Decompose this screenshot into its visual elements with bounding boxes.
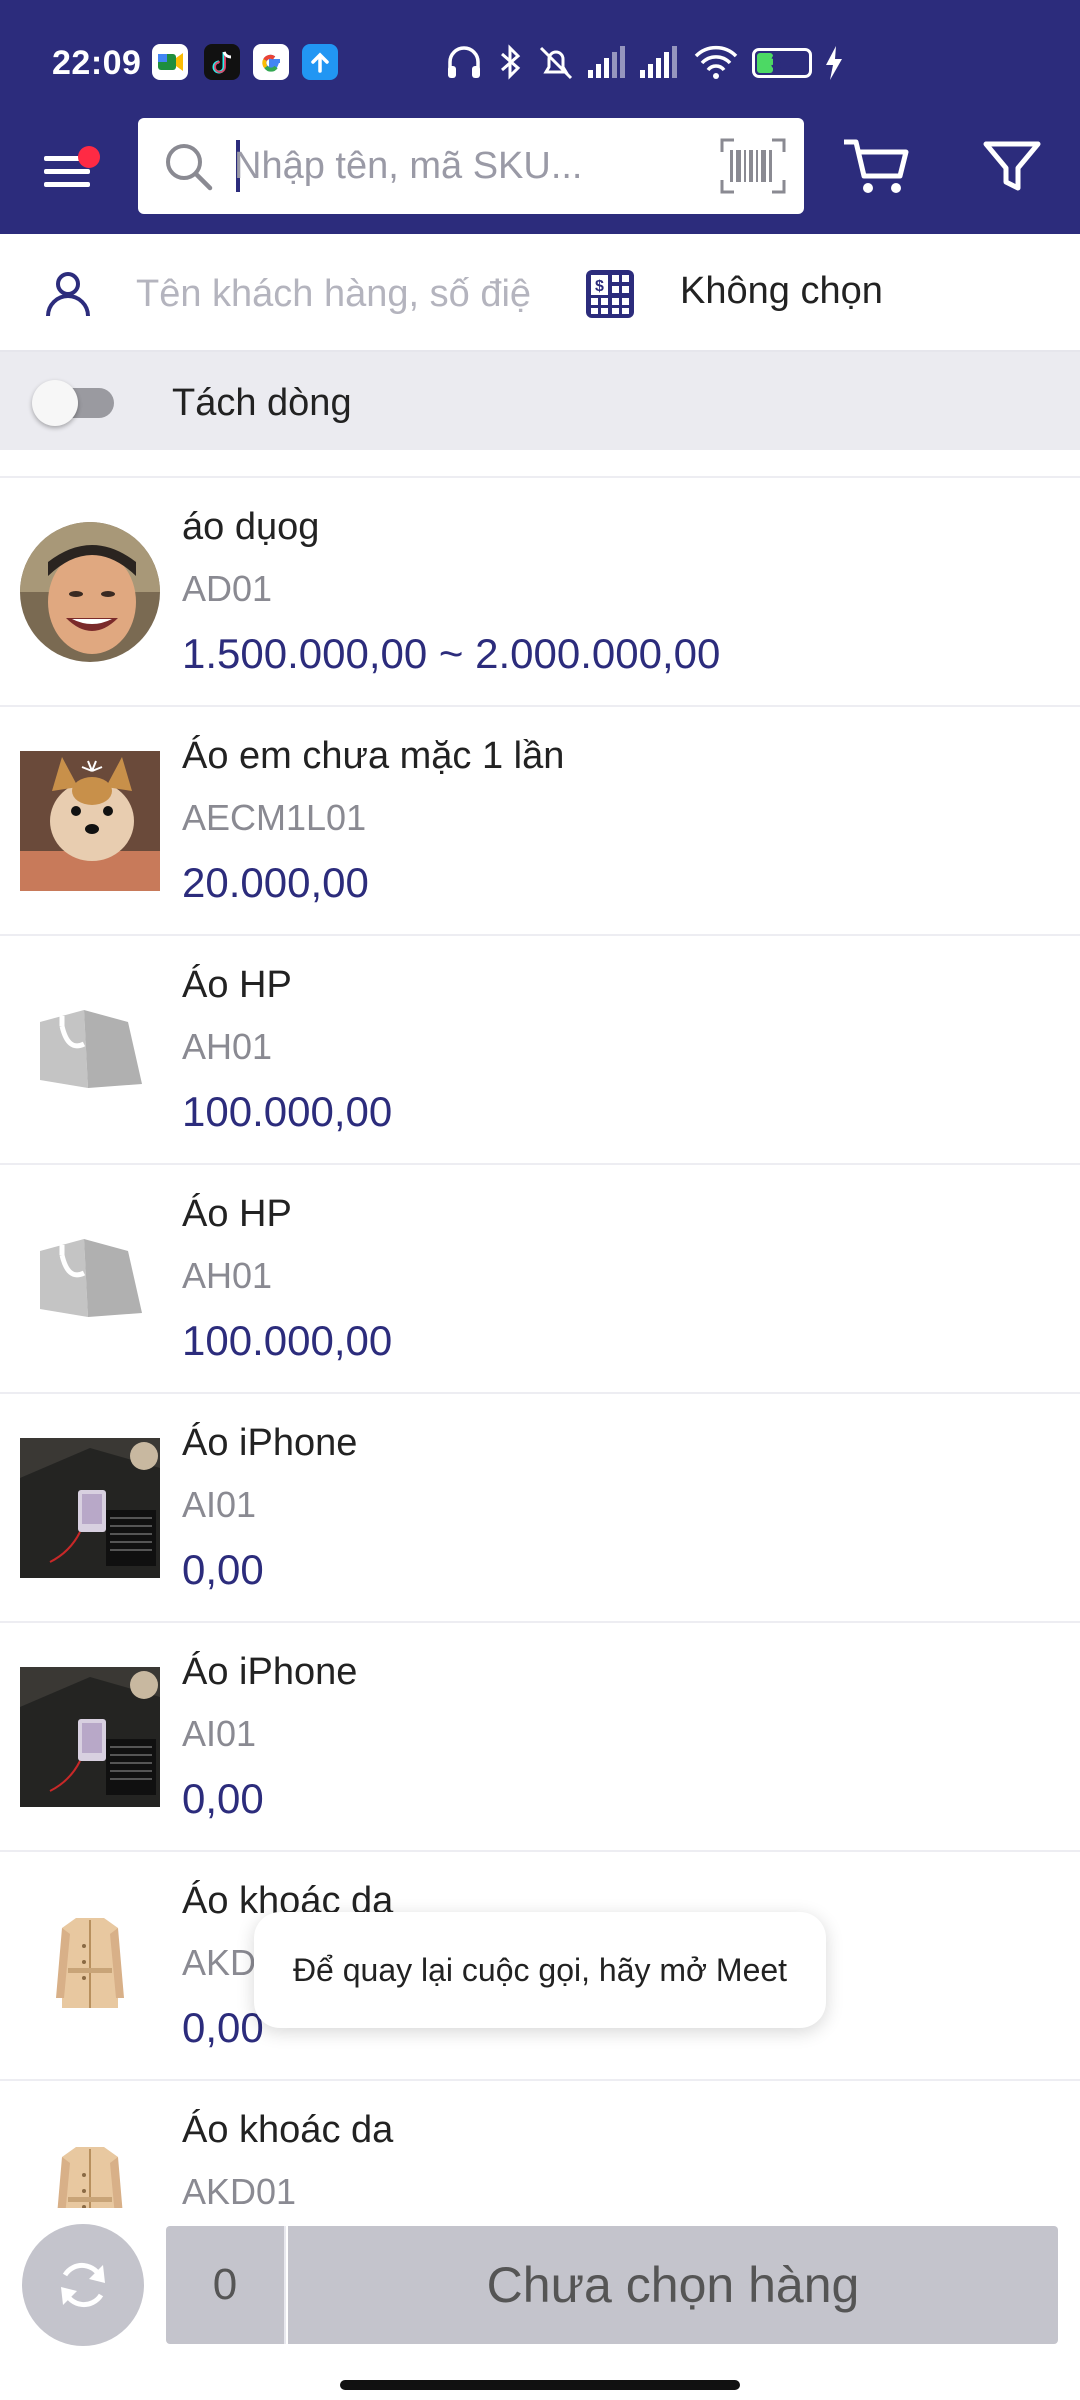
refresh-button[interactable] bbox=[22, 2224, 144, 2346]
coat-thumbnail bbox=[20, 2125, 160, 2208]
product-thumbnail bbox=[20, 1438, 160, 1578]
product-sku: AH01 bbox=[182, 1255, 273, 1296]
status-bar: 22:09 31 bbox=[0, 0, 1080, 118]
customer-row: $ Không chọn bbox=[0, 234, 1080, 352]
product-name: Áo iPhone bbox=[182, 1422, 358, 1464]
google-meet-icon bbox=[152, 44, 188, 80]
product-price: 100.000,00 bbox=[182, 1317, 393, 1364]
person-icon bbox=[46, 272, 90, 317]
silent-bell-icon bbox=[539, 46, 573, 80]
notification-dot bbox=[78, 146, 100, 168]
product-item[interactable]: áo dụog AD01 1.500.000,00 ~ 2.000.000,00 bbox=[0, 478, 1080, 707]
coat-thumbnail bbox=[20, 1896, 160, 2036]
price-book-icon[interactable]: $ bbox=[580, 264, 640, 324]
split-lines-row: Tách dòng bbox=[0, 352, 1080, 450]
product-thumbnail bbox=[20, 751, 160, 891]
charging-icon bbox=[826, 46, 842, 80]
selected-count: 0 bbox=[166, 2226, 286, 2344]
filter-icon bbox=[983, 141, 1041, 191]
search-icon bbox=[166, 144, 213, 191]
product-price: 100.000,00 bbox=[182, 1088, 393, 1135]
product-sku: AH01 bbox=[182, 1026, 273, 1067]
price-book-selector[interactable]: Không chọn bbox=[680, 270, 883, 313]
product-thumbnail bbox=[20, 522, 160, 662]
product-item[interactable]: Áo iPhone AI01 0,00 bbox=[0, 1394, 1080, 1623]
product-price: 20.000,00 bbox=[182, 859, 369, 906]
tiktok-icon bbox=[204, 44, 240, 80]
split-lines-label: Tách dòng bbox=[172, 382, 352, 424]
app-header bbox=[0, 118, 1080, 234]
cart-icon bbox=[844, 139, 909, 193]
product-price: 0,00 bbox=[182, 1546, 264, 1593]
home-indicator[interactable] bbox=[340, 2380, 740, 2390]
headphones-icon bbox=[448, 46, 480, 78]
shopping-bag-icon bbox=[20, 1209, 160, 1349]
product-sku: AD01 bbox=[182, 568, 273, 609]
wifi-icon bbox=[694, 45, 738, 79]
signal-icon-2 bbox=[640, 46, 677, 78]
product-sku: AKD01 bbox=[182, 2171, 297, 2208]
upload-icon bbox=[302, 44, 338, 80]
product-thumbnail bbox=[20, 1667, 160, 1807]
bottom-bar: 0 Chưa chọn hàng bbox=[0, 2208, 1080, 2400]
search-input[interactable] bbox=[234, 134, 694, 198]
svg-text:$: $ bbox=[595, 278, 604, 295]
toggle-knob bbox=[32, 380, 78, 426]
split-lines-toggle[interactable] bbox=[32, 380, 118, 426]
refresh-icon bbox=[61, 2262, 105, 2308]
cart-button[interactable] bbox=[836, 126, 916, 206]
product-sku: AI01 bbox=[182, 1713, 257, 1754]
battery-icon: 31 bbox=[752, 48, 812, 78]
google-icon bbox=[253, 44, 289, 80]
product-name: Áo iPhone bbox=[182, 1651, 358, 1693]
product-item[interactable]: Áo em chưa mặc 1 lần AECM1L01 20.000,00 bbox=[0, 707, 1080, 936]
product-item[interactable]: Áo khoác da AKD01 bbox=[0, 2081, 1080, 2208]
checkout-button[interactable]: Chưa chọn hàng bbox=[288, 2226, 1058, 2344]
toast-message: Để quay lại cuộc gọi, hãy mở Meet bbox=[254, 1912, 826, 2028]
menu-button[interactable] bbox=[30, 130, 110, 210]
product-name: Áo HP bbox=[182, 964, 292, 1006]
product-item[interactable]: Áo HP AH01 100.000,00 bbox=[0, 936, 1080, 1165]
signal-icon bbox=[588, 46, 625, 78]
barcode-scan-icon[interactable] bbox=[720, 138, 786, 194]
product-sku: AI01 bbox=[182, 1484, 257, 1525]
product-price: 0,00 bbox=[182, 2004, 264, 2051]
product-name: áo dụog bbox=[182, 506, 320, 548]
product-sku: AECM1L01 bbox=[182, 797, 367, 838]
product-item[interactable]: Áo HP AH01 100.000,00 bbox=[0, 1165, 1080, 1394]
product-name: Áo HP bbox=[182, 1193, 292, 1235]
status-time: 22:09 bbox=[52, 44, 142, 82]
battery-level: 31 bbox=[770, 52, 794, 74]
product-item[interactable]: Áo iPhone AI01 0,00 bbox=[0, 1623, 1080, 1852]
product-price: 1.500.000,00 ~ 2.000.000,00 bbox=[182, 630, 721, 677]
customer-search-input[interactable] bbox=[136, 264, 532, 324]
product-name: Áo khoác da bbox=[182, 2109, 394, 2151]
bluetooth-icon bbox=[501, 44, 521, 80]
product-price: 0,00 bbox=[182, 1775, 264, 1822]
shopping-bag-icon bbox=[20, 980, 160, 1120]
search-bar[interactable] bbox=[138, 118, 804, 214]
filter-button[interactable] bbox=[972, 126, 1052, 206]
product-name: Áo em chưa mặc 1 lần bbox=[182, 735, 565, 777]
